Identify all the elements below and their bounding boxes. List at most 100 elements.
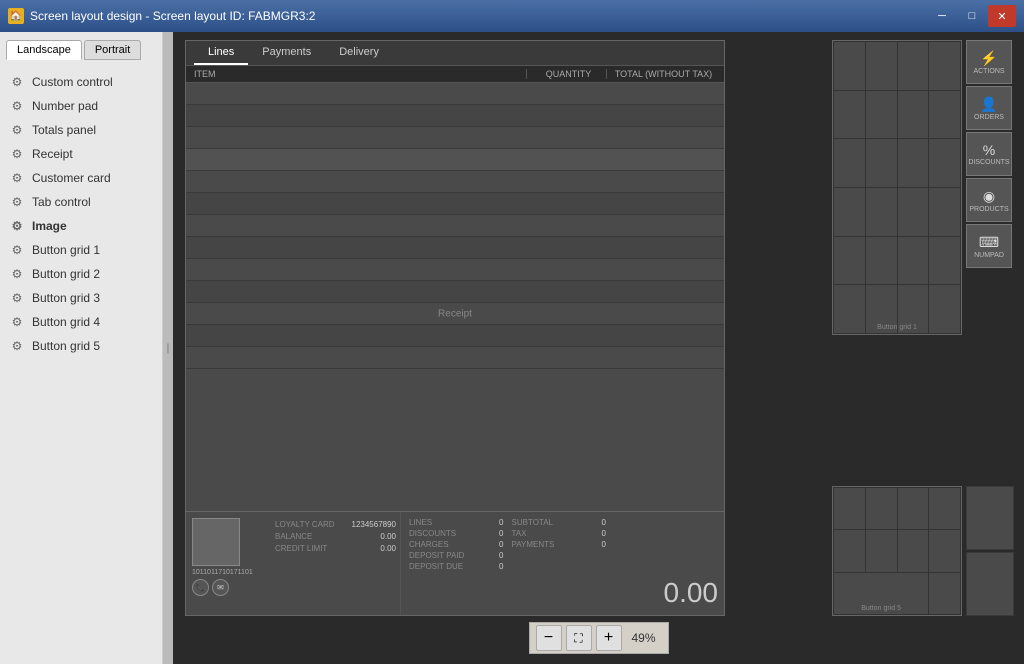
charges-value: 0: [499, 540, 503, 549]
numpad-button[interactable]: ⌨ NUMPAD: [966, 224, 1012, 268]
gear-icon-button-grid-3: ⚙: [10, 291, 24, 305]
subtotal-value: 0: [602, 518, 606, 527]
app-icon: 🏠: [8, 8, 24, 24]
loyalty-label: LOYALTY CARD: [275, 520, 335, 529]
sidebar-item-button-grid-1[interactable]: ⚙ Button grid 1: [0, 238, 162, 262]
totals-left: LINES 0 DISCOUNTS 0 CHARGES 0 DEPOSIT PA…: [409, 518, 504, 609]
gear-icon-totals-panel: ⚙: [10, 123, 24, 137]
minimize-button[interactable]: ─: [928, 5, 956, 27]
tab-landscape[interactable]: Landscape: [6, 40, 82, 60]
receipt-row: [186, 105, 724, 127]
deposit-due-label: DEPOSIT DUE: [409, 562, 463, 571]
discounts-label: DISCOUNTS: [968, 159, 1009, 166]
tax-value: 0: [602, 529, 606, 538]
canvas-area: Lines Payments Delivery ITEM QUANTITY TO…: [173, 32, 1024, 664]
sidebar: Landscape Portrait ⚙ Custom control ⚙ Nu…: [0, 32, 163, 664]
title-bar: 🏠 Screen layout design - Screen layout I…: [0, 0, 1024, 32]
button-grid-5-label: Button grid 5: [861, 605, 901, 612]
numpad-icon: ⌨: [979, 234, 999, 251]
tab-payments[interactable]: Payments: [248, 41, 325, 65]
customer-panel: 1011011710171101 📞 ✉ LOYALTY CARD 123456…: [185, 511, 725, 616]
close-button[interactable]: ✕: [988, 5, 1016, 27]
discounts-button[interactable]: % DISCOUNTS: [966, 132, 1012, 176]
gear-icon-button-grid-4: ⚙: [10, 315, 24, 329]
receipt-header: ITEM QUANTITY TOTAL (WITHOUT TAX): [186, 66, 724, 83]
balance-label: BALANCE: [275, 532, 312, 541]
orders-button[interactable]: 👤 ORDERS: [966, 86, 1012, 130]
button-grid-1-label: Button grid 1: [877, 324, 917, 331]
balance-value: 0.00: [380, 532, 396, 541]
gear-icon-customer-card: ⚙: [10, 171, 24, 185]
credit-limit-value: 0.00: [380, 544, 396, 553]
col-total-header: TOTAL (WITHOUT TAX): [606, 69, 716, 79]
title-bar-controls: ─ □ ✕: [928, 5, 1016, 27]
loyalty-value: 1234567890: [352, 520, 397, 529]
deposit-due-value: 0: [499, 562, 503, 571]
gear-icon-button-grid-2: ⚙: [10, 267, 24, 281]
gear-icon-image: ⚙: [10, 219, 24, 233]
zoom-level: 49%: [626, 631, 662, 645]
gear-icon-button-grid-5: ⚙: [10, 339, 24, 353]
receipt-row: [186, 171, 724, 193]
gear-icon-custom-control: ⚙: [10, 75, 24, 89]
sidebar-item-custom-control[interactable]: ⚙ Custom control: [0, 70, 162, 94]
receipt-panel: Lines Payments Delivery ITEM QUANTITY TO…: [185, 40, 725, 554]
title-bar-left: 🏠 Screen layout design - Screen layout I…: [8, 8, 315, 24]
tab-delivery[interactable]: Delivery: [325, 41, 393, 65]
payments-label: PAYMENTS: [512, 540, 555, 549]
sidebar-item-receipt[interactable]: ⚙ Receipt: [0, 142, 162, 166]
balance-row: BALANCE 0.00: [275, 532, 396, 541]
receipt-row: [186, 127, 724, 149]
totals-section: LINES 0 DISCOUNTS 0 CHARGES 0 DEPOSIT PA…: [401, 512, 614, 615]
charges-label: CHARGES: [409, 540, 449, 549]
gear-icon-number-pad: ⚙: [10, 99, 24, 113]
sidebar-item-totals-panel[interactable]: ⚙ Totals panel: [0, 118, 162, 142]
numpad-label: NUMPAD: [974, 252, 1004, 259]
customer-id: 1011011710171101: [192, 569, 265, 576]
receipt-rows: Receipt: [186, 83, 724, 545]
sidebar-item-button-grid-3[interactable]: ⚙ Button grid 3: [0, 286, 162, 310]
discounts-label: DISCOUNTS: [409, 529, 456, 538]
sidebar-item-customer-card[interactable]: ⚙ Customer card: [0, 166, 162, 190]
customer-details: LOYALTY CARD 1234567890 BALANCE 0.00 CRE…: [271, 512, 401, 615]
actions-label: ACTIONS: [973, 68, 1004, 75]
discounts-value: 0: [499, 529, 503, 538]
zoom-toolbar: − ⛶ + 49%: [529, 622, 669, 654]
email-button[interactable]: ✉: [212, 579, 229, 596]
receipt-row: [186, 215, 724, 237]
zoom-fit-button[interactable]: ⛶: [566, 625, 592, 651]
products-button[interactable]: ◉ PRODUCTS: [966, 178, 1012, 222]
far-right-cell-1: [966, 486, 1014, 550]
orders-icon: 👤: [980, 96, 997, 113]
restore-button[interactable]: □: [958, 5, 986, 27]
splitter-handle[interactable]: [163, 32, 173, 664]
window-title: Screen layout design - Screen layout ID:…: [30, 9, 315, 23]
tax-label: TAX: [512, 529, 527, 538]
receipt-row: [186, 281, 724, 303]
sidebar-item-image[interactable]: ⚙ Image: [0, 214, 162, 238]
zoom-out-button[interactable]: −: [536, 625, 562, 651]
gear-icon-receipt: ⚙: [10, 147, 24, 161]
sidebar-item-tab-control[interactable]: ⚙ Tab control: [0, 190, 162, 214]
gear-icon-button-grid-1: ⚙: [10, 243, 24, 257]
col-item-header: ITEM: [194, 69, 526, 79]
products-label: PRODUCTS: [969, 206, 1008, 213]
actions-button[interactable]: ⚡ ACTIONS: [966, 40, 1012, 84]
customer-action-icons: 📞 ✉: [192, 579, 265, 596]
amount-due-section: 0.00: [614, 512, 724, 615]
zoom-in-button[interactable]: +: [596, 625, 622, 651]
lines-label: LINES: [409, 518, 432, 527]
sidebar-item-button-grid-4[interactable]: ⚙ Button grid 4: [0, 310, 162, 334]
sidebar-item-button-grid-5[interactable]: ⚙ Button grid 5: [0, 334, 162, 358]
deposit-paid-label: DEPOSIT PAID: [409, 551, 464, 560]
upper-right-grid: Button grid 1: [832, 40, 962, 335]
tab-lines[interactable]: Lines: [194, 41, 248, 65]
discounts-icon: %: [983, 142, 995, 158]
action-buttons-panel: ⚡ ACTIONS 👤 ORDERS % DISCOUNTS ◉ PRODUCT…: [966, 40, 1014, 268]
sidebar-item-number-pad[interactable]: ⚙ Number pad: [0, 94, 162, 118]
amount-due-value: 0.00: [664, 577, 719, 609]
far-right-cell-2: [966, 552, 1014, 616]
sidebar-item-button-grid-2[interactable]: ⚙ Button grid 2: [0, 262, 162, 286]
tab-portrait[interactable]: Portrait: [84, 40, 141, 60]
phone-button[interactable]: 📞: [192, 579, 209, 596]
